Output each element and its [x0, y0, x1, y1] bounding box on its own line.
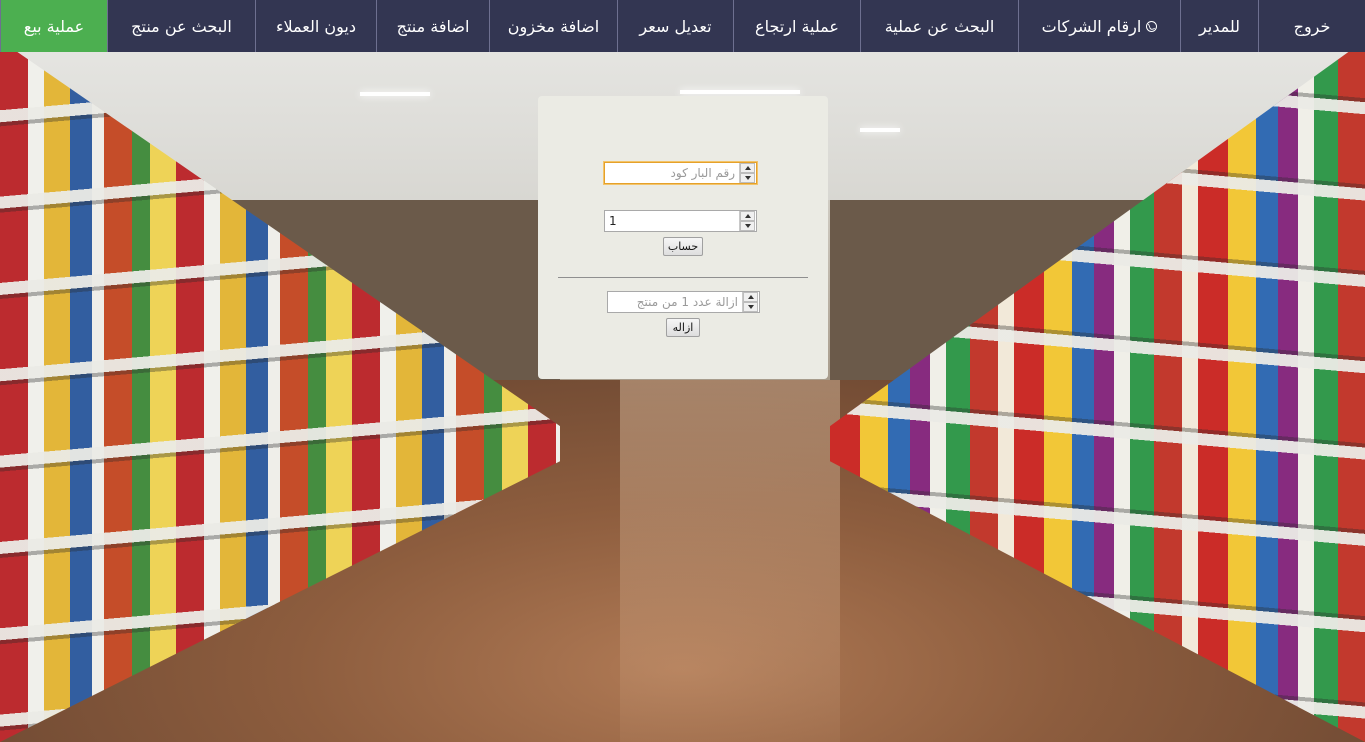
quantity-increment-button[interactable] [740, 211, 755, 221]
phone-icon [1146, 20, 1158, 32]
ceiling-light [360, 92, 430, 96]
nav-customer-debts-label: ديون العملاء [275, 16, 357, 36]
nav-return-label: عملية ارتجاع [755, 16, 839, 36]
remove-increment-button[interactable] [743, 292, 758, 302]
quantity-decrement-button[interactable] [740, 221, 755, 231]
nav-edit-price[interactable]: تعديل سعر [617, 0, 733, 52]
nav-operation-search[interactable]: البحث عن عملية [860, 0, 1018, 52]
ceiling-light [860, 128, 900, 132]
barcode-decrement-button[interactable] [740, 173, 755, 183]
floor-sheen [620, 380, 840, 742]
barcode-input[interactable] [605, 164, 739, 182]
quantity-spinner[interactable] [739, 211, 755, 231]
arrow-up-icon [744, 166, 751, 170]
nav-add-stock[interactable]: اضافة مخزون [489, 0, 617, 52]
nav-company-numbers-label: ارقام الشركات [1041, 16, 1142, 36]
arrow-up-icon [744, 214, 751, 218]
nav-edit-price-label: تعديل سعر [639, 16, 712, 36]
barcode-increment-button[interactable] [740, 163, 755, 173]
nav-product-search[interactable]: البحث عن منتج [107, 0, 255, 52]
nav-admin-label: للمدير [1198, 16, 1241, 36]
nav-return[interactable]: عملية ارتجاع [733, 0, 860, 52]
nav-add-product-label: اضافة منتج [396, 16, 470, 36]
sale-panel: حساب ازاله [538, 96, 828, 379]
nav-operation-search-label: البحث عن عملية [884, 16, 995, 36]
nav-add-stock-label: اضافة مخزون [507, 16, 600, 36]
quantity-field[interactable] [604, 210, 757, 232]
nav-sale-label: عملية بيع [23, 16, 85, 36]
remove-decrement-button[interactable] [743, 302, 758, 312]
nav-product-search-label: البحث عن منتج [131, 16, 232, 36]
divider [558, 277, 808, 278]
arrow-up-icon [747, 295, 754, 299]
calculate-button[interactable]: حساب [663, 237, 703, 256]
top-navbar: عملية بيع البحث عن منتج ديون العملاء اضا… [0, 0, 1365, 52]
nav-admin[interactable]: للمدير [1180, 0, 1258, 52]
barcode-field[interactable] [604, 162, 757, 184]
nav-sale[interactable]: عملية بيع [0, 0, 107, 52]
remove-quantity-field[interactable] [607, 291, 760, 313]
nav-add-product[interactable]: اضافة منتج [376, 0, 489, 52]
quantity-input[interactable] [605, 212, 739, 230]
nav-customer-debts[interactable]: ديون العملاء [255, 0, 376, 52]
remove-quantity-spinner[interactable] [742, 292, 758, 312]
arrow-down-icon [747, 305, 754, 309]
nav-logout-label: خروج [1293, 16, 1331, 36]
remove-quantity-input[interactable] [608, 293, 742, 311]
ceiling-light [680, 90, 800, 94]
remove-button[interactable]: ازاله [666, 318, 700, 337]
arrow-down-icon [744, 176, 751, 180]
nav-company-numbers[interactable]: ارقام الشركات [1018, 0, 1180, 52]
arrow-down-icon [744, 224, 751, 228]
nav-logout[interactable]: خروج [1258, 0, 1365, 52]
barcode-spinner[interactable] [739, 163, 755, 183]
